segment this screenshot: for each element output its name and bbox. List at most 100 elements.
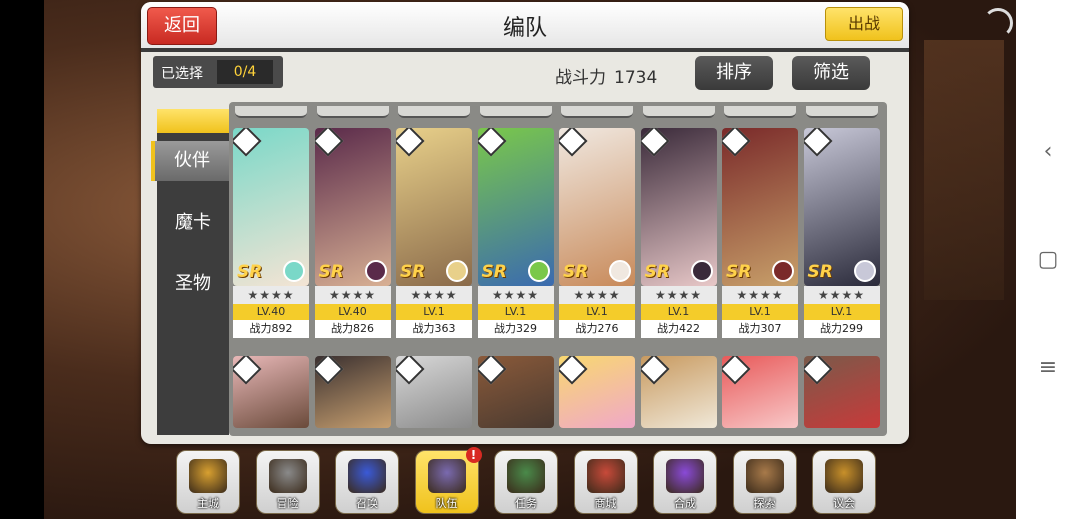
character-portrait: SR	[314, 128, 391, 286]
character-card[interactable]	[314, 356, 391, 428]
character-portrait	[722, 356, 798, 428]
menu-button-2[interactable]: 冒险	[255, 450, 320, 514]
tab-magic-card[interactable]: 魔卡	[157, 203, 229, 243]
power-label: 战斗力	[555, 68, 606, 88]
character-portrait: SR	[722, 128, 798, 286]
android-nav-bar: ‹ ▢ ≡	[1016, 0, 1080, 519]
character-card[interactable]: SR ★★★★ LV.1 战力363	[396, 128, 472, 338]
element-icon	[477, 356, 507, 385]
battle-button[interactable]: 出战	[825, 7, 903, 41]
star-rating: ★★★★	[477, 286, 554, 304]
card-power: 战力276	[559, 320, 635, 338]
card-slot-tab	[479, 106, 552, 118]
tab-relic[interactable]: 圣物	[157, 264, 229, 304]
character-card[interactable]	[722, 356, 798, 428]
character-card[interactable]: SR ★★★★ LV.40 战力826	[314, 128, 391, 338]
character-card[interactable]: SR ★★★★ LV.1 战力329	[477, 128, 554, 338]
class-icon	[364, 260, 387, 282]
rarity-badge: SR	[318, 262, 344, 282]
element-icon	[722, 356, 751, 385]
character-card[interactable]	[396, 356, 472, 428]
character-portrait: SR	[803, 128, 880, 286]
character-card[interactable]: SR ★★★★ LV.1 战力422	[640, 128, 717, 338]
card-top-tabs	[235, 106, 881, 118]
recents-nav-icon[interactable]: ≡	[1034, 354, 1062, 382]
card-slot-tab	[805, 106, 878, 118]
power-value: 1734	[614, 68, 658, 88]
element-icon	[477, 128, 507, 157]
menu-label: 合成	[674, 497, 696, 510]
rarity-badge: SR	[400, 262, 426, 282]
class-icon	[772, 260, 794, 282]
star-rating: ★★★★	[722, 286, 798, 304]
home-nav-icon[interactable]: ▢	[1034, 246, 1062, 274]
level-label: LV.1	[722, 304, 798, 320]
class-icon	[609, 260, 631, 282]
menu-button-8[interactable]: 探索	[732, 450, 797, 514]
card-slot-tab	[235, 106, 307, 118]
character-card[interactable]	[640, 356, 717, 428]
card-power: 战力892	[233, 320, 309, 338]
rarity-badge: SR	[726, 262, 752, 282]
menu-button-5[interactable]: 任务	[494, 450, 558, 514]
menu-label: 议会	[833, 497, 855, 510]
card-slot-tab	[724, 106, 796, 118]
side-tabs: 伙伴 魔卡 圣物	[151, 109, 229, 435]
character-portrait: SR	[640, 128, 717, 286]
menu-button-4[interactable]: 队伍!	[414, 447, 482, 514]
card-slot-tab	[642, 106, 715, 118]
class-icon	[446, 260, 468, 282]
level-label: LV.1	[559, 304, 635, 320]
screen-edge-left	[0, 0, 44, 519]
card-power: 战力422	[640, 320, 717, 338]
filter-button[interactable]: 筛选	[792, 56, 870, 90]
back-nav-icon[interactable]: ‹	[1034, 138, 1062, 166]
level-label: LV.1	[477, 304, 554, 320]
character-card[interactable]: SR ★★★★ LV.1 战力299	[803, 128, 880, 338]
star-rating: ★★★★	[559, 286, 635, 304]
character-card[interactable]	[803, 356, 880, 428]
shop-mushroom-icon	[586, 459, 625, 493]
element-icon	[396, 128, 425, 157]
castle-icon	[189, 459, 227, 493]
sort-button[interactable]: 排序	[695, 56, 773, 90]
menu-label: 召唤	[356, 497, 378, 510]
swords-icon	[268, 459, 307, 493]
menu-label: 商城	[594, 497, 617, 510]
character-card[interactable]	[559, 356, 635, 428]
menu-button-7[interactable]: 合成	[653, 450, 717, 514]
rarity-badge: SR	[481, 262, 507, 282]
character-card[interactable]	[477, 356, 554, 428]
menu-button-1[interactable]: 主城	[176, 450, 240, 514]
character-card[interactable]: SR ★★★★ LV.1 战力307	[722, 128, 798, 338]
bottom-menu: 主城 冒险 召唤 队伍! 任务 商城 合成 探索 议会	[176, 447, 876, 514]
class-icon	[527, 260, 550, 282]
selected-count: 0/4	[217, 60, 273, 84]
rarity-badge: SR	[644, 262, 670, 282]
menu-label: 队伍	[435, 497, 458, 510]
menu-button-9[interactable]: 议会	[812, 450, 876, 514]
element-icon	[640, 356, 670, 385]
rarity-badge: SR	[563, 262, 589, 282]
level-label: LV.1	[396, 304, 472, 320]
star-rating: ★★★★	[233, 286, 309, 304]
character-card[interactable]: SR ★★★★ LV.1 战力276	[559, 128, 635, 338]
tab-partner[interactable]: 伙伴	[151, 141, 229, 181]
class-icon	[283, 260, 305, 282]
menu-button-6[interactable]: 商城	[573, 450, 638, 514]
menu-label: 冒险	[276, 497, 299, 510]
total-power: 战斗力 1734	[555, 63, 657, 88]
element-icon	[233, 356, 262, 385]
element-icon	[314, 128, 344, 157]
element-icon	[396, 356, 425, 385]
class-icon	[853, 260, 876, 282]
character-portrait	[640, 356, 717, 428]
character-card[interactable]: SR ★★★★ LV.40 战力892	[233, 128, 309, 338]
element-icon	[559, 356, 588, 385]
menu-button-3[interactable]: 召唤	[335, 450, 399, 514]
character-card[interactable]	[233, 356, 309, 428]
bow-icon	[745, 459, 784, 493]
rarity-badge: SR	[807, 262, 833, 282]
character-portrait	[803, 356, 880, 428]
element-icon	[640, 128, 670, 157]
